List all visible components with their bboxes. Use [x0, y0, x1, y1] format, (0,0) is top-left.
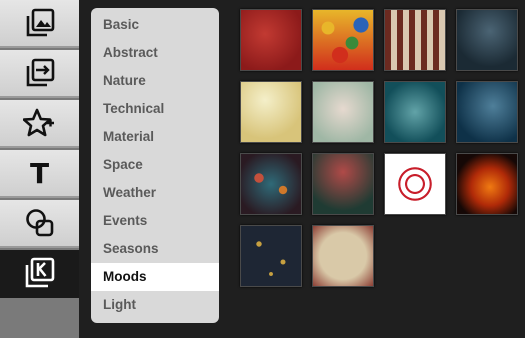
category-space[interactable]: Space — [91, 151, 219, 179]
thumbnail-floral-bokeh[interactable] — [312, 81, 374, 143]
shapes-tool-button[interactable] — [0, 200, 79, 248]
category-moods[interactable]: Moods — [91, 263, 219, 291]
thumbnail-heart-tree[interactable] — [312, 153, 374, 215]
thumbnail-gold-stars[interactable] — [240, 225, 302, 287]
tool-strip: T — [0, 0, 79, 338]
category-technical[interactable]: Technical — [91, 95, 219, 123]
star-sticker-icon — [22, 108, 54, 137]
category-light[interactable]: Light — [91, 291, 219, 319]
sticker-tool-button[interactable] — [0, 100, 79, 148]
thumbnail-heart-bokeh[interactable] — [240, 153, 302, 215]
images-icon — [26, 8, 54, 37]
thumbnail-circus-curtain[interactable] — [384, 9, 446, 71]
backgrounds-icon — [25, 257, 54, 288]
category-seasons[interactable]: Seasons — [91, 235, 219, 263]
thumbnail-dark-forest[interactable] — [456, 9, 518, 71]
thumbnail-candy-balls[interactable] — [312, 9, 374, 71]
thumbnail-red-grunge-texture[interactable] — [240, 9, 302, 71]
text-tool-button[interactable]: T — [0, 150, 79, 198]
category-nature[interactable]: Nature — [91, 67, 219, 95]
thumbnail-heart-swirl[interactable] — [384, 153, 446, 215]
category-menu: Basic Abstract Nature Technical Material… — [91, 8, 219, 323]
images-tool-button[interactable] — [0, 0, 79, 48]
layer-in-icon — [26, 58, 54, 87]
category-material[interactable]: Material — [91, 123, 219, 151]
thumbnail-fire-hearts[interactable] — [456, 153, 518, 215]
text-icon: T — [29, 156, 50, 190]
shapes-icon — [25, 209, 53, 237]
category-basic[interactable]: Basic — [91, 11, 219, 39]
backgrounds-tool-button[interactable] — [0, 250, 79, 298]
thumbnail-sunburst-bokeh[interactable] — [240, 81, 302, 143]
thumbnail-teal-glow[interactable] — [384, 81, 446, 143]
layer-in-tool-button[interactable] — [0, 50, 79, 98]
category-weather[interactable]: Weather — [91, 179, 219, 207]
thumbnail-blue-smoke[interactable] — [456, 81, 518, 143]
thumbnail-floral-paper[interactable] — [312, 225, 374, 287]
category-events[interactable]: Events — [91, 207, 219, 235]
category-abstract[interactable]: Abstract — [91, 39, 219, 67]
